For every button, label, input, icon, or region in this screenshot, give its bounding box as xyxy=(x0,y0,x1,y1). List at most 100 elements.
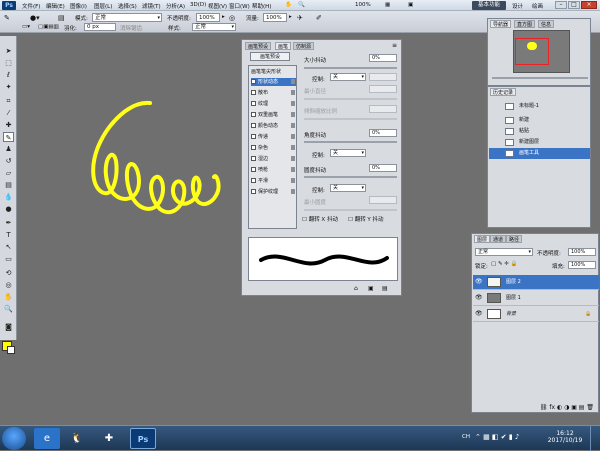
new-preset-icon[interactable]: ▣ xyxy=(368,285,374,292)
panel-menu-icon[interactable]: ≡ xyxy=(392,42,397,49)
angle-jitter-slider[interactable] xyxy=(304,141,397,143)
history-item-new[interactable]: 新建 xyxy=(489,115,590,126)
clock[interactable]: 16:12 2017/10/19 xyxy=(546,430,584,444)
clone-stamp-icon[interactable]: ♟ xyxy=(3,144,14,154)
history-brush-icon[interactable]: ↺ xyxy=(3,156,14,166)
antialias-checkbox[interactable]: 消除锯齿 xyxy=(120,24,142,32)
blend-mode-select[interactable]: 正常 ▾ xyxy=(475,248,533,256)
brush-tool-icon-selected[interactable]: ✎ xyxy=(3,132,14,142)
menu-layer[interactable]: 图层(L) xyxy=(94,2,112,10)
tab-info[interactable]: 信息 xyxy=(538,20,555,28)
roundness-jitter-value[interactable]: 0% xyxy=(369,164,397,172)
type-tool-icon[interactable]: T xyxy=(3,230,14,240)
menu-file[interactable]: 文件(F) xyxy=(22,2,40,10)
workspace-essentials-button[interactable]: 基本功能 xyxy=(472,1,506,10)
tablet-pressure-icon[interactable]: ◎ xyxy=(229,14,235,22)
navigator-thumbnail[interactable] xyxy=(513,30,570,73)
shape-tool-icon[interactable]: ▭ xyxy=(3,254,14,264)
tab-navigator[interactable]: 导航器 xyxy=(490,20,512,28)
zoom-tool-icon-left[interactable]: 🔍 xyxy=(3,304,14,314)
gradient-tool-icon[interactable]: ▤ xyxy=(3,180,14,190)
list-item-airbrush[interactable]: 喷枪 xyxy=(251,166,296,174)
zoom-level[interactable]: 100% xyxy=(355,2,371,8)
list-item-scattering[interactable]: 散布 xyxy=(251,89,296,97)
magic-wand-icon[interactable]: ✦ xyxy=(3,82,14,92)
flip-x-checkbox[interactable]: ☐ 翻转 X 抖动 xyxy=(302,215,338,223)
layer-row-background[interactable]: 👁 背景 🔒 xyxy=(473,307,599,322)
list-item-wet-edges[interactable]: 湿边 xyxy=(251,155,296,163)
qq-icon[interactable]: 🐧 xyxy=(64,428,90,449)
menu-help[interactable]: 帮助(H) xyxy=(252,2,271,10)
marquee-icon[interactable]: ▭▾ xyxy=(22,24,30,30)
history-item-paste[interactable]: 粘贴 xyxy=(489,126,590,137)
menu-edit[interactable]: 编辑(E) xyxy=(46,2,65,10)
list-item-tip-shape[interactable]: 画笔笔尖形状 xyxy=(251,68,296,76)
canvas-brush-stroke[interactable] xyxy=(80,95,230,220)
path-select-icon[interactable]: ↖ xyxy=(3,242,14,252)
3d-rotate-icon[interactable]: ⟲ xyxy=(3,268,14,278)
visibility-eye-icon[interactable]: 👁 xyxy=(475,295,483,301)
opacity-input[interactable]: 100% xyxy=(196,13,220,22)
fill-input[interactable]: 100% xyxy=(568,261,596,269)
background-color-swatch[interactable] xyxy=(7,346,15,354)
menu-analysis[interactable]: 分析(A) xyxy=(166,2,185,10)
brush-tool-icon[interactable]: ✎ xyxy=(4,14,10,22)
tab-channels[interactable]: 通道 xyxy=(490,235,507,243)
control-select-1[interactable]: 关 ▾ xyxy=(330,73,366,81)
menu-image[interactable]: 图像(I) xyxy=(70,2,87,10)
menu-3d[interactable]: 3D(D) xyxy=(190,2,206,8)
menu-select[interactable]: 选择(S) xyxy=(118,2,137,10)
create-new-brush-icon[interactable]: ▤ xyxy=(382,285,388,292)
photoshop-taskbar-icon[interactable]: Ps xyxy=(130,428,156,449)
flow-input[interactable]: 100% xyxy=(263,13,287,22)
screen-mode-icon[interactable]: ▣ xyxy=(408,2,413,8)
hand-tool-icon[interactable]: ✋ xyxy=(3,292,14,302)
brush-preset-icon[interactable]: ●▾ xyxy=(30,14,40,22)
brush-presets-button[interactable]: 画笔预设 xyxy=(250,52,290,61)
visibility-eye-icon[interactable]: 👁 xyxy=(475,279,483,285)
app-icon[interactable]: ✚ xyxy=(96,428,122,449)
roundness-jitter-slider[interactable] xyxy=(304,176,397,178)
navigator-zoom-slider[interactable] xyxy=(492,77,588,79)
angle-jitter-value[interactable]: 0% xyxy=(369,129,397,137)
toggle-brush-panel-icon[interactable]: ▤ xyxy=(58,14,65,22)
control-select-3[interactable]: 关 ▾ xyxy=(330,184,366,192)
workspace-design[interactable]: 设计 xyxy=(512,2,523,10)
healing-brush-icon[interactable]: ✚ xyxy=(3,120,14,130)
list-item-texture[interactable]: 纹理 xyxy=(251,100,296,108)
tab-history[interactable]: 历史记录 xyxy=(490,88,517,96)
lasso-tool-icon[interactable]: ℓ xyxy=(3,70,14,80)
list-item-color-dynamics[interactable]: 颜色动态 xyxy=(251,122,296,130)
eraser-icon[interactable]: ▱ xyxy=(3,168,14,178)
input-language[interactable]: CH xyxy=(462,434,470,440)
menu-view[interactable]: 视图(V) xyxy=(208,2,227,10)
quick-mask-icon[interactable]: ◙ xyxy=(3,322,14,332)
layer-row-1[interactable]: 👁 图层 1 xyxy=(473,291,599,306)
show-desktop-button[interactable] xyxy=(590,426,600,451)
start-button[interactable] xyxy=(2,427,26,450)
flow-dropdown-icon[interactable]: ▸ xyxy=(289,14,292,20)
style-select[interactable]: 正常 ▾ xyxy=(192,23,236,31)
blur-tool-icon[interactable]: 💧 xyxy=(3,192,14,202)
tab-paths[interactable]: 路径 xyxy=(506,235,523,243)
history-snapshot[interactable]: 未标题-1 xyxy=(489,101,590,112)
layer-opacity-input[interactable]: 100% xyxy=(568,248,596,256)
toggle-live-tip-icon[interactable]: ⌂ xyxy=(354,285,358,292)
lock-icons[interactable]: ▢ ✎ ✛ 🔒 xyxy=(491,261,518,267)
flip-y-checkbox[interactable]: ☐ 翻转 Y 抖动 xyxy=(348,215,384,223)
tray-icons[interactable]: ⌃ ▦ ◧ ✔ ▮ ♪ xyxy=(475,433,519,441)
opacity-dropdown-icon[interactable]: ▸ xyxy=(222,14,225,20)
feather-input[interactable]: 0 px xyxy=(84,23,116,31)
selection-mode-icons[interactable]: ▢▣▤▥ xyxy=(38,24,59,30)
minimize-button[interactable]: – xyxy=(555,1,567,9)
move-tool-icon[interactable]: ➤ xyxy=(3,46,14,56)
layers-bottom-buttons[interactable]: ⛓ fx ◐ ◑ ▣ ▤ 🗑 xyxy=(472,402,598,413)
list-item-dual-brush[interactable]: 双重画笔 xyxy=(251,111,296,119)
history-item-new-layer[interactable]: 新建图层 xyxy=(489,137,590,148)
dodge-tool-icon[interactable]: ● xyxy=(3,204,14,214)
list-item-smoothing[interactable]: 平滑 xyxy=(251,177,296,185)
size-jitter-value[interactable]: 0% xyxy=(369,54,397,62)
list-item-shape-dynamics[interactable]: 形状动态 xyxy=(251,78,296,86)
marquee-tool-icon[interactable]: ⬚ xyxy=(3,58,14,68)
tab-brush[interactable]: 画笔 xyxy=(275,42,292,50)
